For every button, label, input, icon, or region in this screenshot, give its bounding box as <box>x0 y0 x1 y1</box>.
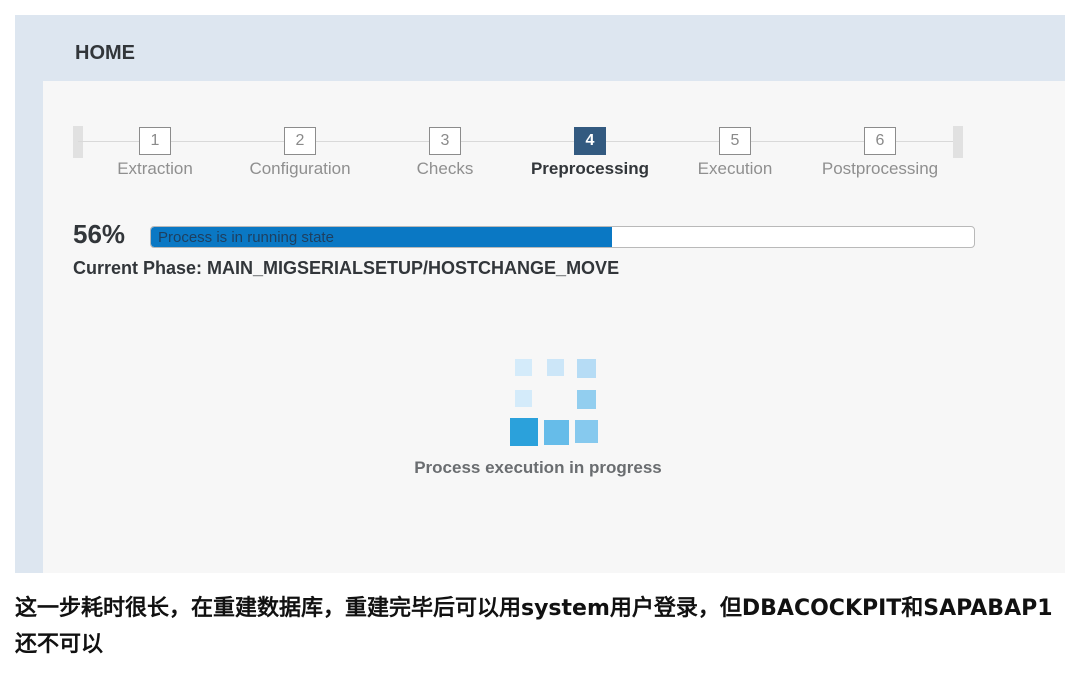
page-title: HOME <box>75 42 135 64</box>
stepper-scroll-right[interactable] <box>953 126 963 158</box>
progress-percent: 56% <box>73 219 126 249</box>
step-label: Configuration <box>249 159 351 178</box>
step-checks[interactable]: 3 Checks <box>375 127 515 179</box>
step-execution[interactable]: 5 Execution <box>665 127 805 179</box>
step-preprocessing[interactable]: 4 Preprocessing <box>520 127 660 179</box>
stepper-scroll-left[interactable] <box>73 126 83 158</box>
app-frame: HOME 1 Extraction 2 Configuration 3 Chec… <box>15 15 1065 573</box>
step-number: 3 <box>429 127 461 155</box>
content-panel: 1 Extraction 2 Configuration 3 Checks 4 … <box>43 81 1065 573</box>
step-label: Extraction <box>117 159 193 178</box>
loading-squares-icon <box>510 359 600 449</box>
step-number: 6 <box>864 127 896 155</box>
current-phase: Current Phase: MAIN_MIGSERIALSETUP/HOSTC… <box>73 258 620 278</box>
step-label: Checks <box>416 159 474 178</box>
progress-status-text: Process is in running state <box>158 229 334 246</box>
busy-message: Process execution in progress <box>414 458 662 477</box>
step-label: Execution <box>697 159 773 178</box>
step-configuration[interactable]: 2 Configuration <box>230 127 370 179</box>
progress-bar: Process is in running state <box>150 226 975 248</box>
caption-text: 这一步耗时很长，在重建数据库，重建完毕后可以用system用户登录，但DBACO… <box>15 596 1053 657</box>
step-number: 4 <box>574 127 606 155</box>
step-number: 1 <box>139 127 171 155</box>
step-label: Preprocessing <box>530 159 650 178</box>
step-label: Postprocessing <box>821 159 939 178</box>
step-number: 5 <box>719 127 751 155</box>
step-postprocessing[interactable]: 6 Postprocessing <box>810 127 950 179</box>
step-extraction[interactable]: 1 Extraction <box>85 127 225 179</box>
step-number: 2 <box>284 127 316 155</box>
